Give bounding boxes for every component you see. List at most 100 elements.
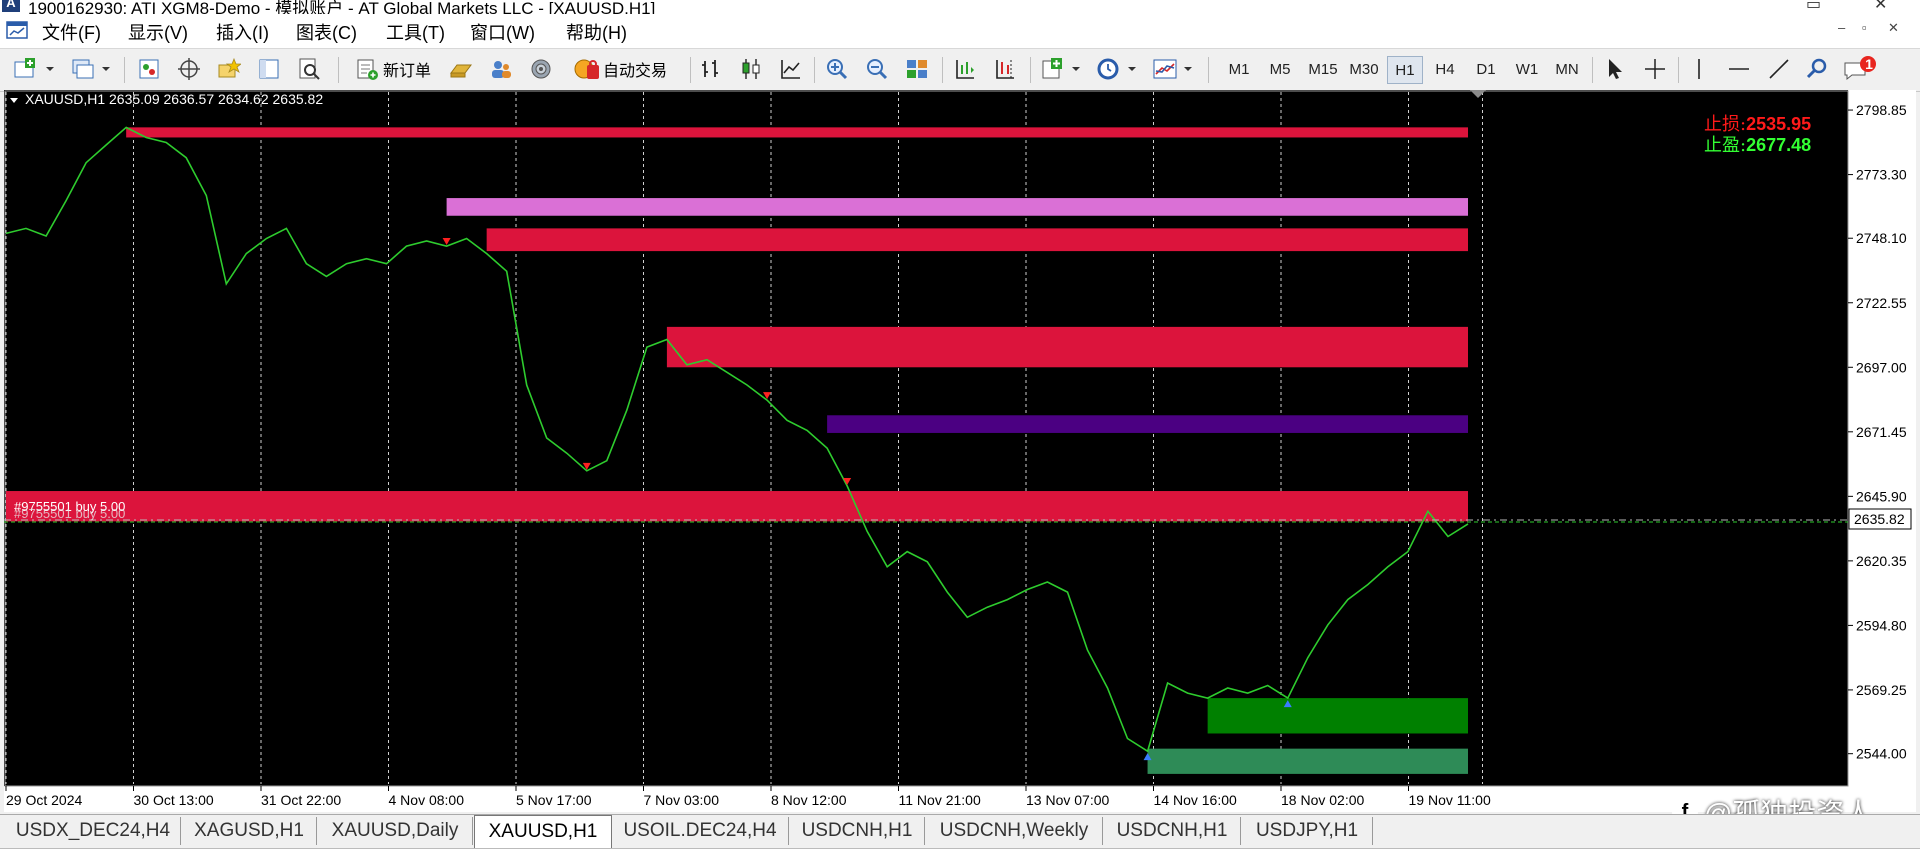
stop-loss-value: 2535.95: [1746, 114, 1811, 134]
candlestick-button[interactable]: [736, 55, 766, 83]
title-bar: A 1900162930: ATI XGM8-Demo - 模拟账户 - AT …: [0, 0, 1920, 14]
navigator-button[interactable]: [214, 55, 244, 83]
terminal-button[interactable]: [254, 55, 284, 83]
signals-button[interactable]: [486, 55, 516, 83]
y-tick-label: 2569.25: [1856, 682, 1907, 698]
tab-xauusd-daily[interactable]: XAUUSD,Daily: [318, 817, 473, 845]
new-chart-button[interactable]: [10, 55, 58, 83]
x-tick-label: 29 Oct 2024: [6, 792, 82, 808]
line-chart-button[interactable]: [776, 55, 806, 83]
indicators-button[interactable]: [1038, 55, 1086, 83]
x-tick-label: 11 Nov 21:00: [899, 792, 981, 808]
menu-file[interactable]: 文件(F): [42, 19, 101, 45]
x-tick-label: 4 Nov 08:00: [389, 792, 465, 808]
metaeditor-button[interactable]: [446, 55, 476, 83]
tab-xagusd-h1[interactable]: XAGUSD,H1: [182, 817, 317, 845]
templates-icon: [1153, 59, 1192, 79]
chart-window-icon[interactable]: [6, 20, 28, 40]
mdi-restore-icon[interactable]: ▫: [1862, 20, 1867, 35]
zone-supply: [6, 491, 1468, 522]
chart-window[interactable]: 2798.85 2773.30 2748.10 2722.55 2697.00 2671.…: [4, 90, 1916, 812]
timeframe-m1[interactable]: M1: [1222, 55, 1256, 83]
zoom-in-button[interactable]: [822, 55, 852, 83]
market-button[interactable]: [526, 55, 556, 83]
y-tick-label: 2748.10: [1856, 230, 1907, 246]
crosshair-button[interactable]: [1640, 55, 1670, 83]
x-tick-label: 8 Nov 12:00: [771, 792, 847, 808]
tab-usdcnh-h1-2[interactable]: USDCNH,H1: [1104, 817, 1241, 845]
auto-trading-button[interactable]: 自动交易: [564, 55, 676, 83]
globe-icon: [531, 59, 551, 79]
take-profit-label: 止盈:2677.48: [1704, 135, 1811, 156]
close-icon[interactable]: ✕: [1874, 0, 1887, 14]
timeframe-m15[interactable]: M15: [1304, 55, 1342, 83]
menu-bar: 文件(F) 显示(V) 插入(I) 图表(C) 工具(T) 窗口(W) 帮助(H…: [0, 14, 1920, 48]
chart-header: XAUUSD,H1 2635.09 2636.57 2634.62 2635.8…: [25, 91, 323, 107]
horizontal-line-button[interactable]: [1724, 55, 1754, 83]
mdi-close-icon[interactable]: ✕: [1888, 20, 1899, 36]
chart-shift-button[interactable]: [990, 55, 1020, 83]
timeframe-d1[interactable]: D1: [1469, 55, 1503, 83]
cursor-arrow-icon: [1609, 59, 1622, 79]
auto-scroll-button[interactable]: [950, 55, 980, 83]
tab-xauusd-h1[interactable]: XAUUSD,H1: [474, 815, 612, 848]
gold-bar-icon: [450, 64, 472, 78]
templates-button[interactable]: [1150, 55, 1198, 83]
crosshair-icon: [1645, 59, 1665, 79]
y-tick-label: 2697.00: [1856, 359, 1907, 375]
menu-tools[interactable]: 工具(T): [386, 19, 445, 45]
timeframe-m5[interactable]: M5: [1263, 55, 1297, 83]
vertical-line-button[interactable]: [1684, 55, 1714, 83]
trendline-button[interactable]: [1764, 55, 1794, 83]
tab-usdcnh-h1[interactable]: USDCNH,H1: [790, 817, 925, 845]
timeframe-m30[interactable]: M30: [1345, 55, 1383, 83]
tab-usdjpy-h1[interactable]: USDJPY,H1: [1242, 817, 1373, 845]
tile-windows-button[interactable]: [902, 55, 932, 83]
new-order-button[interactable]: 新订单: [348, 55, 438, 83]
y-tick-label: 2544.00: [1856, 746, 1907, 762]
timeframe-w1[interactable]: W1: [1510, 55, 1544, 83]
terminal-icon: [259, 59, 279, 79]
menu-insert[interactable]: 插入(I): [216, 19, 269, 45]
notifications-button[interactable]: 1: [1840, 55, 1880, 83]
zoom-in-icon: [827, 59, 848, 80]
zoom-out-button[interactable]: [862, 55, 892, 83]
mdi-minimize-icon[interactable]: –: [1838, 20, 1845, 35]
tile-windows-icon: [907, 60, 927, 78]
tab-usdx-dec24-h4[interactable]: USDX_DEC24,H4: [6, 817, 181, 845]
price-chart[interactable]: 2798.85 2773.30 2748.10 2722.55 2697.00 2671.…: [4, 90, 1916, 812]
timeframe-mn[interactable]: MN: [1550, 55, 1584, 83]
menu-window[interactable]: 窗口(W): [470, 19, 535, 45]
clock-icon: [1097, 58, 1136, 80]
strategy-tester-button[interactable]: [294, 55, 324, 83]
y-tick-label: 2594.80: [1856, 617, 1907, 633]
search-button[interactable]: [1802, 55, 1832, 83]
status-strip: [0, 848, 1920, 864]
bar-chart-icon: [702, 60, 718, 77]
restore-icon[interactable]: ▭: [1806, 0, 1821, 14]
periods-button[interactable]: [1094, 55, 1142, 83]
menu-charts[interactable]: 图表(C): [296, 19, 357, 45]
tab-usdcnh-weekly[interactable]: USDCNH,Weekly: [926, 817, 1103, 845]
x-tick-label: 30 Oct 13:00: [134, 792, 214, 808]
y-tick-label: 2620.35: [1856, 553, 1907, 569]
cursor-button[interactable]: [1600, 55, 1630, 83]
auto-scroll-icon: [956, 60, 974, 79]
timeframe-h4[interactable]: H4: [1428, 55, 1462, 83]
market-watch-button[interactable]: [134, 55, 164, 83]
x-tick-label: 5 Nov 17:00: [516, 792, 592, 808]
timeframe-h1[interactable]: H1: [1387, 56, 1423, 84]
star-folder-icon: [218, 57, 241, 78]
menu-help[interactable]: 帮助(H): [566, 19, 627, 45]
search-icon: [1806, 58, 1827, 79]
zone-purple: [827, 415, 1468, 433]
horizontal-line-icon: [1729, 68, 1749, 70]
x-tick-label: 31 Oct 22:00: [261, 792, 341, 808]
bar-chart-button[interactable]: [696, 55, 726, 83]
x-tick-label: 19 Nov 11:00: [1409, 792, 1491, 808]
tab-usoil-dec24-h4[interactable]: USOIL.DEC24,H4: [612, 817, 789, 845]
data-window-button[interactable]: [174, 55, 204, 83]
zone-supply: [486, 228, 1468, 252]
profiles-button[interactable]: [66, 55, 114, 83]
menu-view[interactable]: 显示(V): [128, 19, 188, 45]
